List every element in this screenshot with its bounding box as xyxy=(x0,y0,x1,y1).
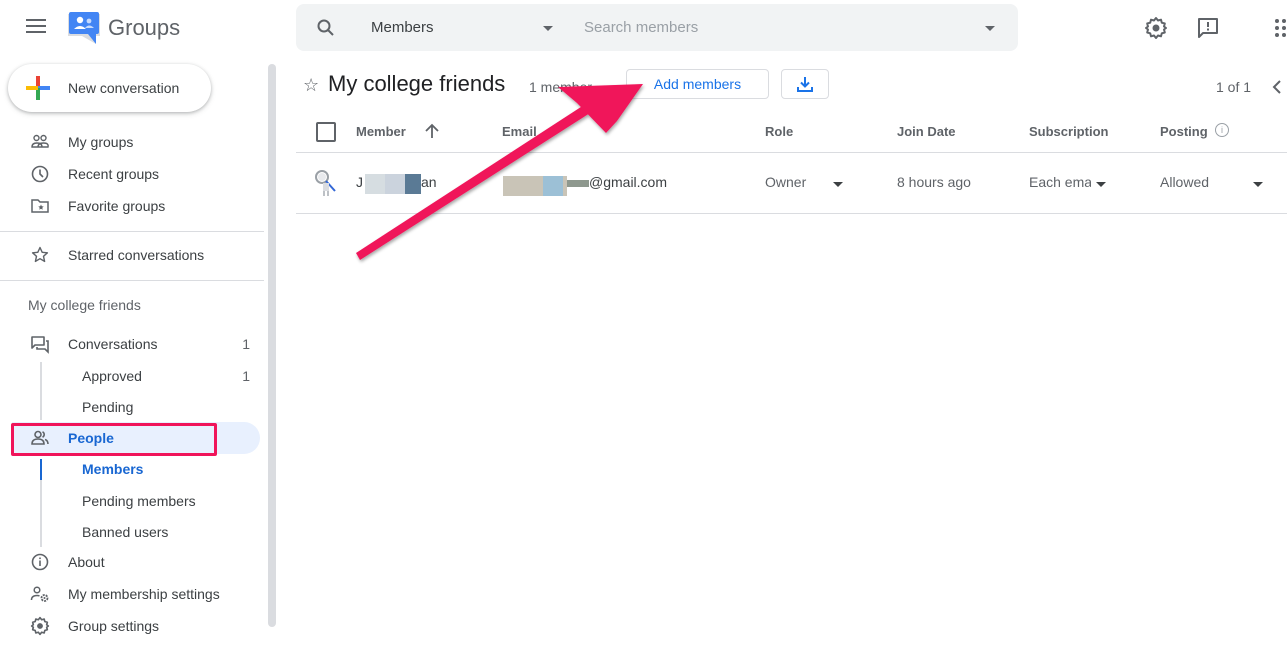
sidebar-item-favorite-groups[interactable]: Favorite groups xyxy=(12,191,260,221)
sidebar-item-my-membership-settings[interactable]: My membership settings xyxy=(12,579,260,609)
member-role[interactable]: Owner xyxy=(765,174,806,190)
groups-logo-icon xyxy=(68,12,100,44)
posting-dropdown-chevron-icon[interactable] xyxy=(1253,182,1263,187)
star-folder-icon xyxy=(31,199,49,213)
info-icon xyxy=(31,553,49,571)
redacted-email-block xyxy=(567,180,589,187)
menu-line xyxy=(26,19,46,21)
member-email-suffix: @gmail.com xyxy=(589,174,668,190)
sidebar-item-label: Conversations xyxy=(68,336,158,352)
sidebar-item-members[interactable]: Members xyxy=(12,454,260,484)
column-header-subscription[interactable]: Subscription xyxy=(1029,124,1108,139)
sort-ascending-icon[interactable] xyxy=(423,122,441,140)
chevron-down-icon xyxy=(543,26,553,31)
sidebar-item-label: Members xyxy=(82,461,144,477)
member-count: 1 member xyxy=(529,79,593,95)
people-icon xyxy=(31,430,49,445)
sidebar-item-label: My membership settings xyxy=(68,586,220,602)
group-heading: My college friends xyxy=(28,297,141,313)
column-header-join-date[interactable]: Join Date xyxy=(897,124,956,139)
person-settings-icon xyxy=(30,586,49,602)
sidebar-item-approved[interactable]: Approved 1 xyxy=(12,361,260,391)
redacted-name-block xyxy=(385,174,405,194)
redacted-name-block xyxy=(405,174,421,194)
select-all-checkbox[interactable] xyxy=(316,122,336,142)
group-title: My college friends xyxy=(328,71,506,96)
add-members-button[interactable]: Add members xyxy=(626,69,769,99)
conversations-count: 1 xyxy=(242,336,250,352)
sidebar-item-label: Group settings xyxy=(68,618,160,634)
clock-icon xyxy=(31,165,49,183)
search-scope-select[interactable]: Members xyxy=(371,4,561,51)
sidebar-scrollbar[interactable] xyxy=(268,64,276,627)
subscription-dropdown-chevron-icon[interactable] xyxy=(1096,182,1106,187)
export-members-button[interactable] xyxy=(781,69,829,99)
search-options-chevron-icon[interactable] xyxy=(985,26,995,31)
approved-count: 1 xyxy=(242,368,250,384)
search-icon[interactable] xyxy=(316,18,336,38)
menu-line xyxy=(26,31,46,33)
sidebar-item-label: My groups xyxy=(68,134,134,150)
table-row-divider xyxy=(296,213,1287,214)
search-scope-value: Members xyxy=(371,19,434,36)
redacted-email-block xyxy=(543,176,563,196)
main-menu-button[interactable] xyxy=(26,19,46,35)
sidebar-item-label: Approved xyxy=(82,368,142,384)
redacted-email-block xyxy=(503,176,543,196)
chevron-left-icon[interactable] xyxy=(1272,79,1282,95)
sidebar-item-pending[interactable]: Pending xyxy=(12,392,260,422)
plus-icon xyxy=(26,76,50,100)
sidebar-divider xyxy=(0,231,264,232)
avatar xyxy=(315,170,336,196)
posting-info-icon[interactable]: i xyxy=(1215,123,1229,137)
gear-icon xyxy=(30,616,50,636)
menu-line xyxy=(26,25,46,27)
app-title: Groups xyxy=(108,15,181,40)
sidebar-item-starred-conversations[interactable]: Starred conversations xyxy=(12,240,260,270)
member-name-suffix: an xyxy=(421,174,437,190)
feedback-icon[interactable] xyxy=(1196,16,1220,40)
sidebar-item-group-settings[interactable]: Group settings xyxy=(12,611,260,641)
member-join-date: 8 hours ago xyxy=(897,174,971,190)
sidebar-item-label: Starred conversations xyxy=(68,247,205,263)
sidebar-item-banned-users[interactable]: Banned users xyxy=(12,517,260,547)
settings-icon[interactable] xyxy=(1144,16,1168,40)
sidebar-item-people[interactable]: People xyxy=(12,422,260,454)
column-header-member[interactable]: Member xyxy=(356,124,406,139)
star-group-icon[interactable]: ☆ xyxy=(303,75,319,96)
sidebar-item-pending-members[interactable]: Pending members xyxy=(12,486,260,516)
table-header-divider xyxy=(296,152,1287,153)
member-posting[interactable]: Allowed xyxy=(1160,174,1209,190)
column-header-posting[interactable]: Posting xyxy=(1160,124,1208,139)
star-outline-icon xyxy=(31,246,49,263)
apps-grid-icon[interactable] xyxy=(1272,16,1287,40)
search-input[interactable] xyxy=(584,4,974,51)
new-conversation-label: New conversation xyxy=(68,80,180,96)
conversations-icon xyxy=(31,336,49,354)
sidebar-item-label: About xyxy=(68,554,105,570)
sidebar-item-label: People xyxy=(68,430,114,446)
download-icon xyxy=(797,77,813,92)
sidebar-item-label: Banned users xyxy=(82,524,169,540)
my-groups-icon xyxy=(31,134,49,148)
sidebar-item-my-groups[interactable]: My groups xyxy=(12,127,260,157)
new-conversation-button[interactable]: New conversation xyxy=(8,64,211,112)
sidebar-item-label: Recent groups xyxy=(68,166,160,182)
pagination-label: 1 of 1 xyxy=(1216,79,1252,95)
sidebar-item-conversations[interactable]: Conversations 1 xyxy=(12,329,260,359)
search-bar: Members xyxy=(296,4,1018,51)
column-header-role[interactable]: Role xyxy=(765,124,793,139)
redacted-name-block xyxy=(365,174,385,194)
sidebar-item-label: Favorite groups xyxy=(68,198,166,214)
sidebar-item-about[interactable]: About xyxy=(12,547,260,577)
sidebar-item-label: Pending members xyxy=(82,493,196,509)
role-dropdown-chevron-icon[interactable] xyxy=(833,182,843,187)
member-subscription[interactable]: Each ema xyxy=(1029,174,1091,190)
sidebar-item-label: Pending xyxy=(82,399,134,415)
sidebar-divider xyxy=(0,280,264,281)
member-name-prefix: J xyxy=(356,174,363,190)
column-header-email[interactable]: Email xyxy=(502,124,537,139)
sidebar-item-recent-groups[interactable]: Recent groups xyxy=(12,159,260,189)
